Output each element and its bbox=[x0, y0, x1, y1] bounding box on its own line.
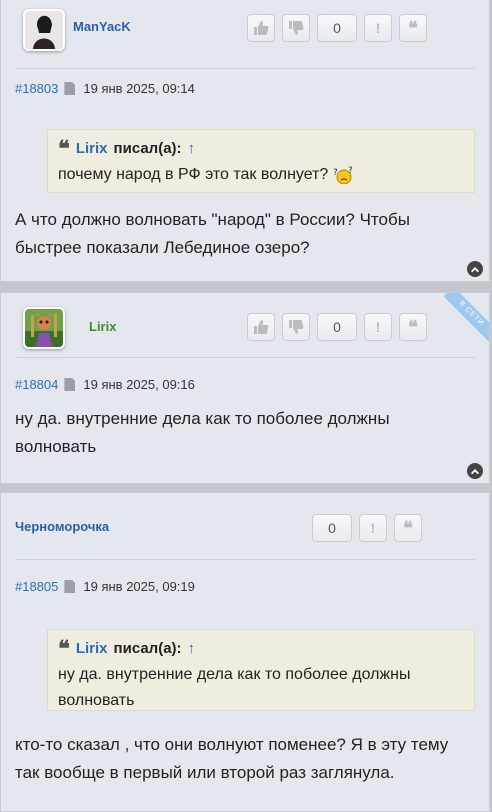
quote-block: ❝ Lirix писал(а): ↑ почему народ в РФ эт… bbox=[47, 129, 475, 193]
confused-smiley-icon: ?? bbox=[333, 166, 353, 184]
like-button[interactable] bbox=[247, 313, 275, 341]
quote-said: писал(а): bbox=[113, 640, 182, 657]
dislike-button[interactable] bbox=[282, 14, 310, 42]
post-date: 19 янв 2025, 09:16 bbox=[83, 377, 195, 392]
quote-block: ❝ Lirix писал(а): ↑ ну да. внутренние де… bbox=[47, 629, 475, 711]
chevron-up-icon bbox=[471, 469, 479, 475]
thumbs-down-icon bbox=[289, 21, 304, 35]
thumbs-down-icon bbox=[289, 320, 304, 334]
back-to-top-button[interactable] bbox=[467, 261, 483, 277]
quote-author[interactable]: Lirix bbox=[76, 136, 108, 162]
quote-said: писал(а): bbox=[113, 140, 182, 157]
post-actions: 0 ! ❝ bbox=[312, 514, 422, 542]
rating-count: 0 bbox=[317, 14, 357, 42]
post-number[interactable]: #18805 bbox=[15, 579, 58, 594]
exclamation-icon: ! bbox=[375, 20, 381, 36]
chevron-up-icon bbox=[471, 267, 479, 273]
post-header: ManYacK 0 ! ❝ bbox=[1, 0, 489, 63]
quote-text: ну да. внутренние дела как то поболее до… bbox=[58, 666, 411, 709]
post: Черноморочка 0 ! ❝ #18805 19 янв 2025, 0… bbox=[0, 492, 490, 812]
quote-icon: ❝ bbox=[403, 517, 413, 539]
document-icon bbox=[64, 378, 76, 391]
quote-icon: ❝ bbox=[408, 316, 418, 338]
post-actions: 0 ! ❝ bbox=[247, 14, 427, 42]
avatar[interactable] bbox=[23, 307, 65, 349]
document-icon bbox=[64, 82, 76, 95]
svg-text:?: ? bbox=[333, 168, 338, 178]
quote-icon: ❝ bbox=[58, 636, 70, 662]
rating-count: 0 bbox=[312, 514, 352, 542]
quote-author[interactable]: Lirix bbox=[76, 636, 108, 662]
post-header: Черноморочка 0 ! ❝ bbox=[1, 493, 489, 549]
username[interactable]: ManYacK bbox=[73, 19, 131, 34]
divider bbox=[15, 357, 475, 358]
post-meta: #18803 19 янв 2025, 09:14 bbox=[15, 81, 195, 96]
quote-jump-link[interactable]: ↑ bbox=[188, 636, 196, 662]
quote-header: ❝ Lirix писал(а): ↑ bbox=[58, 136, 464, 162]
quote-text: почему народ в РФ это так волнует? ?? bbox=[58, 162, 464, 188]
post-number[interactable]: #18803 bbox=[15, 81, 58, 96]
svg-text:?: ? bbox=[348, 166, 353, 176]
post-meta: #18805 19 янв 2025, 09:19 bbox=[15, 579, 195, 594]
dislike-button[interactable] bbox=[282, 313, 310, 341]
quote-button[interactable]: ❝ bbox=[399, 14, 427, 42]
username[interactable]: Черноморочка bbox=[15, 519, 109, 534]
thumbs-up-icon bbox=[254, 21, 269, 35]
post-body: ну да. внутренние дела как то поболее до… bbox=[15, 409, 390, 456]
post-body: кто-то сказал , что они волнуют поменее?… bbox=[15, 735, 449, 782]
divider bbox=[15, 68, 475, 69]
quote-jump-link[interactable]: ↑ bbox=[188, 136, 196, 162]
avatar[interactable] bbox=[23, 9, 65, 51]
report-button[interactable]: ! bbox=[364, 14, 392, 42]
divider bbox=[15, 559, 475, 560]
post-body: А что должно волновать "народ" в России?… bbox=[15, 210, 410, 257]
quote-button[interactable]: ❝ bbox=[394, 514, 422, 542]
report-button[interactable]: ! bbox=[364, 313, 392, 341]
post-header: Lirix 0 ! ❝ bbox=[1, 293, 489, 349]
quote-icon: ❝ bbox=[408, 17, 418, 39]
exclamation-icon: ! bbox=[375, 319, 381, 335]
rating-count: 0 bbox=[317, 313, 357, 341]
document-icon bbox=[64, 580, 76, 593]
quote-header: ❝ Lirix писал(а): ↑ bbox=[58, 636, 464, 662]
quote-button[interactable]: ❝ bbox=[399, 313, 427, 341]
post-date: 19 янв 2025, 09:19 bbox=[83, 579, 195, 594]
post: ManYacK 0 ! ❝ #18803 19 янв 2025, 09:14 … bbox=[0, 0, 490, 282]
post-meta: #18804 19 янв 2025, 09:16 bbox=[15, 377, 195, 392]
exclamation-icon: ! bbox=[370, 520, 376, 536]
back-to-top-button[interactable] bbox=[467, 463, 483, 479]
quote-icon: ❝ bbox=[58, 136, 70, 162]
post-number[interactable]: #18804 bbox=[15, 377, 58, 392]
report-button[interactable]: ! bbox=[359, 514, 387, 542]
post-date: 19 янв 2025, 09:14 bbox=[83, 81, 195, 96]
username[interactable]: Lirix bbox=[89, 319, 116, 334]
post: В СЕТИ Lirix 0 ! ❝ #18804 19 янв 2025, 0… bbox=[0, 292, 490, 484]
post-actions: 0 ! ❝ bbox=[247, 313, 427, 341]
thumbs-up-icon bbox=[254, 320, 269, 334]
quote-text-content: почему народ в РФ это так волнует? bbox=[58, 166, 329, 183]
like-button[interactable] bbox=[247, 14, 275, 42]
